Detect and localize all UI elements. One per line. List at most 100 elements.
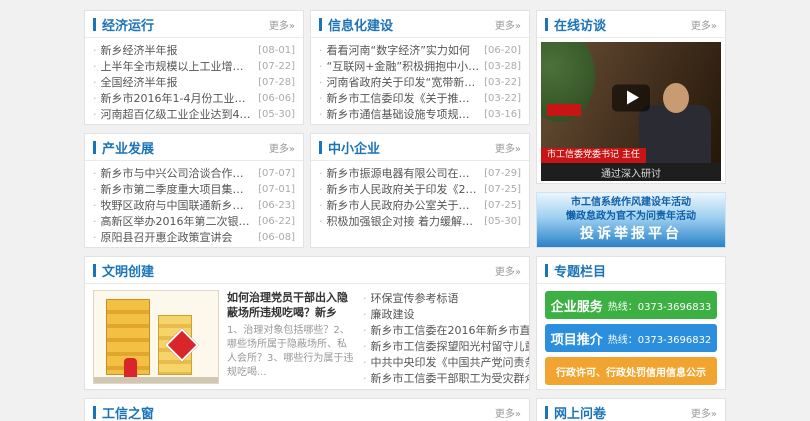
bullet-icon: · bbox=[363, 324, 367, 337]
button-label: 项目推介 bbox=[551, 329, 603, 348]
news-link[interactable]: 环保宣传参考标语 bbox=[371, 290, 531, 306]
news-link[interactable]: 中共中央印发《中国共产党问责条例》 bbox=[371, 354, 531, 370]
complaint-report-banner[interactable]: 市工信系统作风建设年活动 懒政怠政为官不为问责年活动 投诉举报平台 bbox=[536, 192, 726, 248]
more-link-online-survey[interactable]: 更多» bbox=[691, 405, 717, 420]
bullet-icon: · bbox=[319, 108, 323, 121]
news-link[interactable]: 新乡市工信委探望阳光村留守儿童和孤儿 bbox=[371, 338, 531, 354]
news-date: [03-22] bbox=[484, 93, 521, 104]
news-date: [05-30] bbox=[258, 109, 295, 120]
panel-economy-header: 经济运行 更多» bbox=[85, 11, 303, 38]
news-link[interactable]: 新乡市工信委在2016年新乡市直机关羽毛球比赛中获得好 bbox=[371, 322, 531, 338]
featured-headline[interactable]: 如何治理党员干部出入隐蔽场所违规吃喝？新乡 bbox=[227, 290, 355, 320]
title-accent-bar bbox=[545, 18, 548, 31]
button-hotline: 热线：0373-3696832 bbox=[608, 331, 712, 346]
panel-industry-header: 产业发展 更多» bbox=[85, 134, 303, 161]
news-link[interactable]: 新乡经济半年报 bbox=[101, 42, 255, 58]
news-link[interactable]: 新乡市人民政府办公室关于印发新乡市小额贷款公司监管 bbox=[327, 197, 481, 213]
news-item: · 新乡市工信委印发《关于推进“互联网+制造业”的实 [03-22] bbox=[319, 90, 521, 106]
news-item: · 高新区举办2016年第二次银企对接暨新三板培训会 [06-22] bbox=[93, 213, 295, 229]
panel-topics: 专题栏目 企业服务 热线：0373-3696833 项目推介 热线：0373-3… bbox=[536, 256, 726, 390]
news-item: · 新乡市工信委干部职工为受灾群众捐款 [07-22] bbox=[363, 370, 530, 386]
news-link[interactable]: 河南省政府关于印发“宽带新乡”行动计划 bbox=[327, 74, 481, 90]
title-accent-bar bbox=[319, 18, 322, 31]
more-link-economy[interactable]: 更多» bbox=[269, 17, 295, 32]
bullet-icon: · bbox=[93, 108, 97, 121]
news-link[interactable]: 积极加强银企对接 着力缓解融资困难 bbox=[327, 213, 481, 229]
bullet-icon: · bbox=[93, 215, 97, 228]
news-link[interactable]: 高新区举办2016年第二次银企对接暨新三板培训会 bbox=[101, 213, 255, 229]
featured-summary: 1、治理对象包括哪些？2、哪些场所属于隐蔽场所、私人会所？3、哪些行为属于违规吃… bbox=[227, 324, 355, 380]
civilization-content: 如何治理党员干部出入隐蔽场所违规吃喝？新乡 1、治理对象包括哪些？2、哪些场所属… bbox=[85, 284, 529, 390]
news-link[interactable]: 廉政建设 bbox=[371, 306, 531, 322]
panel-sme-header: 中小企业 更多» bbox=[311, 134, 529, 161]
panel-civilization: 文明创建 更多» 如何治理党员干部出入隐蔽场所违规吃喝？新乡 1、治理对象包括哪… bbox=[84, 256, 530, 390]
news-link[interactable]: 新乡市与中兴公司洽谈合作项目 bbox=[101, 165, 255, 181]
page-content: 经济运行 更多» · 新乡经济半年报 [08-01] · 上半年 bbox=[84, 0, 726, 421]
panel-online-survey-header: 网上问卷 更多» bbox=[537, 399, 725, 421]
more-link-sme[interactable]: 更多» bbox=[495, 140, 521, 155]
title-accent-bar bbox=[93, 18, 96, 31]
news-link[interactable]: 上半年全市规模以上工业增加值同比增长8.3% bbox=[101, 58, 255, 74]
news-item: · 新乡市人民政府办公室关于印发新乡市小额贷款公司监管 [07-25] bbox=[319, 197, 521, 213]
panel-title-economy: 经济运行 bbox=[102, 15, 154, 34]
news-item: · 环保宣传参考标语 [10-09] bbox=[363, 290, 530, 306]
news-link[interactable]: 新乡市工信委印发《关于推进“互联网+制造业”的实 bbox=[327, 90, 481, 106]
news-link[interactable]: 全国经济半年报 bbox=[101, 74, 255, 90]
bullet-icon: · bbox=[319, 92, 323, 105]
guest-figure bbox=[639, 105, 711, 163]
news-item: · 新乡经济半年报 [08-01] bbox=[93, 42, 295, 58]
row-bottom: 工信之窗 更多» 网上问卷 更多» bbox=[84, 398, 726, 421]
civilization-cartoon-image[interactable] bbox=[93, 290, 219, 384]
news-item: · 看看河南“数字经济”实力如何 [06-20] bbox=[319, 42, 521, 58]
more-link-interview[interactable]: 更多» bbox=[691, 17, 717, 32]
panel-industry: 产业发展 更多» · 新乡市与中兴公司洽谈合作项目 [07-07] · bbox=[84, 133, 304, 248]
news-link[interactable]: 看看河南“数字经济”实力如何 bbox=[327, 42, 481, 58]
more-link-informatization[interactable]: 更多» bbox=[495, 17, 521, 32]
news-item: · 新乡市与中兴公司洽谈合作项目 [07-07] bbox=[93, 165, 295, 181]
project-promotion-button[interactable]: 项目推介 热线：0373-3696832 bbox=[545, 324, 717, 352]
news-item: · 新乡市人民政府关于印发《2014年新乡市小额贷款公司、小 [07-25] bbox=[319, 181, 521, 197]
column-left: 经济运行 更多» · 新乡经济半年报 [08-01] · 上半年 bbox=[84, 10, 304, 248]
news-date: [07-22] bbox=[258, 61, 295, 72]
bullet-icon: · bbox=[363, 292, 367, 305]
news-link[interactable]: “互联网+金融”积极拥抱中小企业共赢2016新契 bbox=[327, 58, 481, 74]
news-link[interactable]: 新乡市人民政府关于印发《2014年新乡市小额贷款公司、小 bbox=[327, 181, 481, 197]
more-link-industry[interactable]: 更多» bbox=[269, 140, 295, 155]
news-link[interactable]: 河南超百亿级工业企业达到43家 bbox=[101, 106, 255, 122]
news-link[interactable]: 新乡市通信基础设施专项规划（2016－2020）通过专家评审 bbox=[327, 106, 481, 122]
news-link[interactable]: 新乡市2016年1-4月份工业经济运行情况 bbox=[101, 90, 255, 106]
bullet-icon: · bbox=[93, 199, 97, 212]
interview-video-thumbnail[interactable]: 市工信委党委书记 主任 bbox=[541, 42, 721, 163]
panel-online-survey: 网上问卷 更多» bbox=[536, 398, 726, 421]
news-date: [05-30] bbox=[484, 216, 521, 227]
bullet-icon: · bbox=[319, 183, 323, 196]
more-link-industry-window[interactable]: 更多» bbox=[495, 405, 521, 420]
news-item: · 新乡市通信基础设施专项规划（2016－2020）通过专家评审 [03-16] bbox=[319, 106, 521, 122]
panel-economy: 经济运行 更多» · 新乡经济半年报 [08-01] · 上半年 bbox=[84, 10, 304, 125]
news-link[interactable]: 原阳县召开惠企政策宣讲会 bbox=[101, 229, 255, 245]
news-item: · 新乡市振源电器有限公司在新三板成功挂牌 [07-29] bbox=[319, 165, 521, 181]
news-link[interactable]: 新乡市第二季度重大项目集中开工 bbox=[101, 181, 255, 197]
credit-info-publicity-button[interactable]: 行政许可、行政处罚信用信息公示 bbox=[545, 357, 717, 385]
bullet-icon: · bbox=[93, 92, 97, 105]
news-date: [07-25] bbox=[484, 184, 521, 195]
bullet-icon: · bbox=[93, 60, 97, 73]
button-hotline: 热线：0373-3696833 bbox=[608, 298, 712, 313]
panel-industry-window: 工信之窗 更多» bbox=[84, 398, 530, 421]
title-accent-bar bbox=[545, 264, 548, 277]
news-link[interactable]: 新乡市振源电器有限公司在新三板成功挂牌 bbox=[327, 165, 481, 181]
title-accent-bar bbox=[319, 141, 322, 154]
row-top: 经济运行 更多» · 新乡经济半年报 [08-01] · 上半年 bbox=[84, 10, 726, 248]
enterprise-service-button[interactable]: 企业服务 热线：0373-3696833 bbox=[545, 291, 717, 319]
guest-role-label: 市工信委党委书记 主任 bbox=[541, 148, 646, 163]
panel-title-topics: 专题栏目 bbox=[554, 261, 606, 280]
banner-line-2: 懒政怠政为官不为问责年活动 bbox=[566, 211, 696, 223]
cartoon-ground bbox=[94, 377, 218, 383]
column-right: 在线访谈 更多» 市工信委党委书记 主任 通过深入研讨 市工信系统作风建设年活动 bbox=[536, 10, 726, 248]
news-list-informatization: · 看看河南“数字经济”实力如何 [06-20] · “互联网+金融”积极拥抱中… bbox=[311, 38, 529, 122]
news-link[interactable]: 牧野区政府与中国联通新乡市分公司达成战略合作共识 bbox=[101, 197, 255, 213]
play-icon[interactable] bbox=[612, 84, 650, 111]
bullet-icon: · bbox=[93, 231, 97, 244]
more-link-civilization[interactable]: 更多» bbox=[495, 263, 521, 278]
news-link[interactable]: 新乡市工信委干部职工为受灾群众捐款 bbox=[371, 370, 531, 386]
